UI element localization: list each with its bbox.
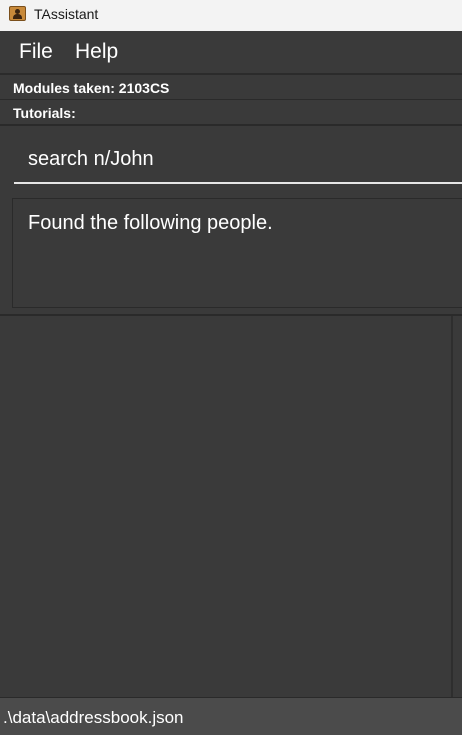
result-display-panel: Found the following people. xyxy=(0,191,462,316)
command-box xyxy=(0,125,462,190)
list-divider[interactable] xyxy=(451,316,453,697)
menu-help[interactable]: Help xyxy=(75,40,118,64)
menu-bar: File Help xyxy=(0,31,462,75)
command-input[interactable] xyxy=(14,136,462,184)
window-title: TAssistant xyxy=(34,6,99,22)
modules-taken-label: Modules taken: 2103CS xyxy=(13,80,170,96)
title-bar[interactable]: TAssistant xyxy=(0,0,462,31)
modules-row: Modules taken: 2103CS xyxy=(0,76,462,100)
tutorials-label: Tutorials: xyxy=(13,105,76,121)
result-display[interactable]: Found the following people. xyxy=(12,198,462,308)
status-bar: .\data\addressbook.json xyxy=(0,697,462,738)
tutorials-row: Tutorials: xyxy=(0,101,462,125)
menu-file[interactable]: File xyxy=(19,40,53,64)
address-book-icon xyxy=(9,6,26,21)
save-location-text: .\data\addressbook.json xyxy=(3,708,184,727)
result-message: Found the following people. xyxy=(28,212,273,234)
person-list-panel[interactable] xyxy=(0,316,462,697)
app-window: TAssistant File Help Modules taken: 2103… xyxy=(0,0,462,738)
